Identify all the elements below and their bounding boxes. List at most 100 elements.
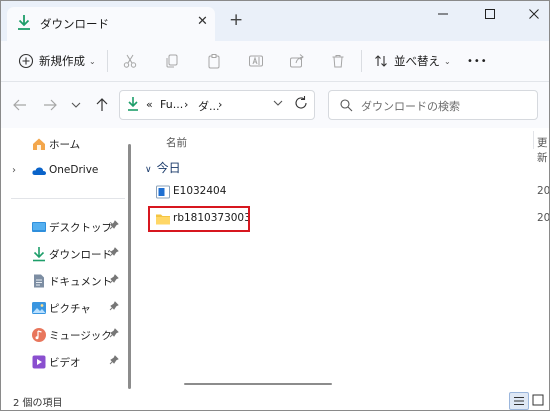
nav-item-pictures[interactable]: ピクチャ	[1, 296, 126, 320]
music-icon	[31, 327, 47, 343]
nav-item-videos[interactable]: ビデオ	[1, 350, 126, 374]
item-count: 2 個の項目	[13, 398, 63, 409]
chevron-down-icon: ⌄	[444, 56, 451, 66]
forward-arrow-icon[interactable]	[41, 96, 59, 114]
trash-icon	[330, 53, 346, 69]
column-divider[interactable]	[533, 131, 534, 149]
document-icon	[31, 273, 47, 289]
group-header-today[interactable]: ∨ 今日	[145, 159, 181, 176]
back-arrow-icon[interactable]	[11, 96, 29, 114]
search-icon	[339, 98, 353, 115]
collapse-chevron-icon: ∨	[145, 165, 152, 175]
new-button-label: 新規作成	[39, 54, 85, 68]
details-view-button[interactable]	[509, 392, 529, 410]
tab-title: ダウンロード	[40, 17, 109, 31]
desktop-icon	[31, 219, 47, 235]
scissors-icon	[122, 53, 138, 69]
file-row[interactable]: E1032404 202	[147, 181, 550, 203]
share-button[interactable]	[289, 41, 305, 81]
copy-icon	[164, 53, 180, 69]
file-date: 202	[537, 212, 550, 224]
pin-icon[interactable]	[109, 355, 119, 368]
breadcrumb-overflow[interactable]: «	[146, 98, 153, 111]
horizontal-scrollbar[interactable]	[184, 383, 332, 385]
toolbar-divider	[107, 50, 108, 72]
nav-item-downloads[interactable]: ダウンロード	[1, 242, 126, 266]
nav-item-documents[interactable]: ドキュメント	[1, 269, 126, 293]
cut-button[interactable]	[122, 41, 138, 81]
sort-button[interactable]: 並べ替え ⌄	[373, 41, 451, 81]
tab-downloads[interactable]: ダウンロード ✕	[7, 7, 215, 41]
pin-icon[interactable]	[109, 220, 119, 233]
nav-item-label: ビデオ	[49, 357, 81, 369]
nav-item-label: ダウンロード	[49, 249, 112, 261]
app-file-icon	[155, 184, 171, 200]
more-icon: •••	[467, 55, 488, 67]
download-icon	[16, 14, 32, 32]
maximize-icon[interactable]	[478, 7, 502, 25]
breadcrumb-separator[interactable]: ›	[218, 98, 222, 111]
more-options-button[interactable]: •••	[467, 41, 488, 81]
search-input[interactable]: ダウンロードの検索	[328, 90, 538, 120]
rename-button[interactable]	[248, 41, 264, 81]
nav-item-label: ドキュメント	[49, 276, 112, 288]
file-name: E1032404	[173, 185, 227, 197]
pin-icon[interactable]	[109, 247, 119, 260]
paste-button[interactable]	[206, 41, 222, 81]
new-button[interactable]: 新規作成 ⌄	[18, 41, 96, 81]
search-placeholder: ダウンロードの検索	[361, 100, 460, 113]
status-bar: 2 個の項目	[1, 392, 549, 410]
rename-icon	[248, 53, 264, 69]
minimize-icon[interactable]	[431, 7, 455, 25]
column-header-modified[interactable]: 更新	[537, 135, 549, 165]
breadcrumb-item[interactable]: ダ...	[198, 98, 220, 114]
file-list: 名前 更新 ∨今日 E1032404 202 rb1810373003 202	[135, 128, 549, 392]
address-dropdown-icon[interactable]	[272, 96, 284, 113]
nav-item-label: ホーム	[49, 139, 81, 151]
download-icon	[31, 246, 47, 262]
close-window-icon[interactable]	[522, 7, 546, 25]
nav-item-label: デスクトップ	[49, 222, 112, 234]
recent-chevron-icon[interactable]	[67, 96, 85, 114]
group-label: 今日	[156, 161, 181, 175]
title-bar: ダウンロード ✕ +	[1, 1, 549, 41]
toolbar-divider	[361, 50, 362, 72]
nav-item-desktop[interactable]: デスクトップ	[1, 215, 126, 239]
navigation-pane: ホーム › OneDrive デスクトップ ダウンロード ドキュメント ピクチャ…	[1, 128, 135, 392]
video-icon	[31, 354, 47, 370]
expand-chevron-icon[interactable]: ›	[12, 165, 16, 176]
pictures-icon	[31, 300, 47, 316]
nav-item-label: OneDrive	[49, 164, 99, 176]
new-tab-button[interactable]: +	[229, 11, 243, 29]
close-tab-icon[interactable]: ✕	[197, 14, 208, 30]
clipboard-icon	[206, 53, 222, 69]
up-arrow-icon[interactable]	[93, 96, 111, 114]
nav-item-onedrive[interactable]: › OneDrive	[1, 159, 126, 183]
delete-button[interactable]	[330, 41, 346, 81]
file-date: 202	[537, 185, 550, 197]
download-icon	[126, 96, 140, 115]
pin-icon[interactable]	[109, 301, 119, 314]
breadcrumb-separator[interactable]: ›	[184, 98, 188, 111]
pin-icon[interactable]	[109, 274, 119, 287]
highlight-box	[148, 206, 250, 232]
nav-scrollbar[interactable]	[128, 144, 131, 389]
address-bar[interactable]: « Fu... › ダ... ›	[119, 90, 315, 120]
nav-item-home[interactable]: ホーム	[1, 132, 126, 156]
sort-button-label: 並べ替え	[394, 54, 440, 68]
nav-item-music[interactable]: ミュージック	[1, 323, 126, 347]
breadcrumb-item[interactable]: Fu...	[160, 98, 183, 111]
pin-icon[interactable]	[109, 328, 119, 341]
copy-button[interactable]	[164, 41, 180, 81]
plus-circle-icon	[18, 53, 34, 69]
sort-icon	[373, 53, 389, 69]
cloud-icon	[31, 163, 47, 179]
tiles-view-button[interactable]	[529, 392, 547, 408]
chevron-down-icon: ⌄	[89, 56, 96, 66]
column-header-name[interactable]: 名前	[166, 135, 187, 150]
home-icon	[31, 136, 47, 152]
nav-divider	[11, 198, 125, 199]
refresh-icon[interactable]	[293, 95, 309, 114]
share-icon	[289, 53, 305, 69]
nav-item-label: ピクチャ	[49, 303, 91, 315]
